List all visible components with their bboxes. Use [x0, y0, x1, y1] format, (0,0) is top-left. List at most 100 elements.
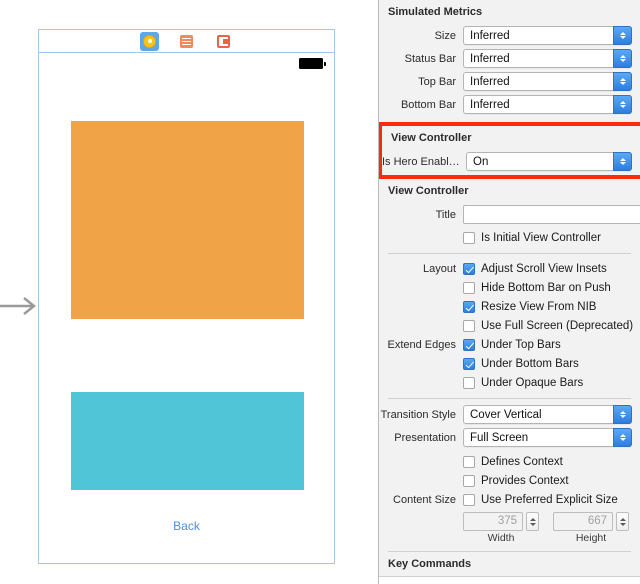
row-title[interactable]: Title — [379, 203, 640, 226]
key-commands-body[interactable] — [379, 576, 640, 584]
simulated-screen[interactable]: Back — [39, 53, 334, 563]
row-adjust-scroll-view-insets[interactable]: Layout Adjust Scroll View Insets — [379, 259, 640, 278]
row-transition-style[interactable]: Transition Style Cover Vertical — [379, 403, 640, 426]
select-transition-style[interactable]: Cover Vertical — [463, 405, 632, 424]
row-resize-view-from-nib[interactable]: Resize View From NIB — [379, 297, 640, 316]
checkbox-provides-context[interactable] — [463, 474, 475, 487]
view-controller-icon[interactable] — [140, 31, 159, 51]
chevron-updown-icon[interactable] — [613, 49, 632, 68]
checkbox-under-opaque-bars[interactable] — [463, 376, 475, 389]
select-size-value: Inferred — [470, 29, 510, 42]
chevron-updown-icon[interactable] — [613, 405, 632, 424]
back-button[interactable]: Back — [39, 519, 334, 533]
label-use-full-screen: Use Full Screen (Deprecated) — [481, 319, 634, 332]
select-presentation[interactable]: Full Screen — [463, 428, 632, 447]
row-presentation[interactable]: Presentation Full Screen — [379, 426, 640, 449]
label-under-opaque-bars: Under Opaque Bars — [481, 376, 584, 389]
chevron-updown-icon[interactable] — [613, 72, 632, 91]
label-layout: Layout — [422, 262, 456, 275]
select-bottom-bar-value: Inferred — [470, 98, 510, 111]
row-size-captions: Width Height — [379, 532, 640, 544]
row-is-hero-enabled[interactable]: Is Hero Enabl… On — [382, 150, 640, 175]
select-status-bar[interactable]: Inferred — [463, 49, 632, 68]
title-input[interactable] — [463, 205, 640, 224]
battery-icon — [299, 58, 326, 69]
select-bottom-bar[interactable]: Inferred — [463, 95, 632, 114]
view-controller-glyph — [143, 34, 156, 48]
section-view-controller: View Controller — [388, 185, 469, 197]
checkbox-defines-context[interactable] — [463, 455, 475, 468]
row-use-preferred-explicit-size[interactable]: Content Size Use Preferred Explicit Size — [379, 490, 640, 509]
chevron-updown-icon[interactable] — [613, 26, 632, 45]
checkbox-resize-view-from-nib[interactable] — [463, 300, 475, 313]
row-under-top-bars[interactable]: Extend Edges Under Top Bars — [379, 335, 640, 354]
row-status-bar[interactable]: Status Bar Inferred — [379, 47, 640, 70]
section-hero-view-controller: View Controller — [391, 132, 472, 144]
exit-icon[interactable] — [214, 32, 233, 51]
row-under-opaque-bars[interactable]: Under Opaque Bars — [379, 373, 640, 392]
select-status-bar-value: Inferred — [470, 52, 510, 65]
row-use-full-screen[interactable]: Use Full Screen (Deprecated) — [379, 316, 640, 335]
row-size[interactable]: Size Inferred — [379, 24, 640, 47]
first-responder-glyph — [180, 34, 193, 48]
row-hide-bottom-bar-on-push[interactable]: Hide Bottom Bar on Push — [379, 278, 640, 297]
select-top-bar-value: Inferred — [470, 75, 510, 88]
label-size: Size — [434, 29, 456, 42]
status-bar — [39, 53, 334, 75]
checkbox-is-initial-view-controller[interactable] — [463, 231, 475, 244]
label-presentation: Presentation — [394, 431, 456, 444]
checkbox-under-bottom-bars[interactable] — [463, 357, 475, 370]
chevron-updown-icon[interactable] — [613, 152, 632, 171]
label-under-top-bars: Under Top Bars — [481, 338, 561, 351]
first-responder-icon[interactable] — [177, 32, 196, 51]
height-stepper[interactable]: 667 — [553, 512, 629, 531]
width-stepper[interactable]: 375 — [463, 512, 539, 531]
chevron-updown-icon[interactable] — [613, 428, 632, 447]
chevron-updown-icon[interactable] — [613, 95, 632, 114]
teal-view[interactable] — [71, 392, 304, 490]
label-is-hero-enabled: Is Hero Enabl… — [382, 155, 460, 168]
select-transition-style-value: Cover Vertical — [470, 408, 542, 421]
divider-transition — [388, 398, 631, 399]
row-provides-context[interactable]: Provides Context — [379, 471, 640, 490]
checkbox-use-full-screen[interactable] — [463, 319, 475, 332]
label-status-bar: Status Bar — [404, 52, 456, 65]
label-adjust-scroll-view-insets: Adjust Scroll View Insets — [481, 262, 607, 275]
row-bottom-bar[interactable]: Bottom Bar Inferred — [379, 93, 640, 116]
orange-view[interactable] — [71, 121, 304, 319]
storyboard-canvas[interactable]: Back — [0, 0, 378, 584]
width-input[interactable]: 375 — [463, 512, 523, 531]
scene-dock[interactable] — [39, 30, 334, 53]
checkbox-under-top-bars[interactable] — [463, 338, 475, 351]
row-under-bottom-bars[interactable]: Under Bottom Bars — [379, 354, 640, 373]
chevron-updown-icon[interactable] — [526, 512, 539, 531]
label-content-size: Content Size — [393, 493, 456, 506]
label-transition-style: Transition Style — [380, 408, 456, 421]
section-key-commands: Key Commands — [388, 558, 472, 570]
select-size[interactable]: Inferred — [463, 26, 632, 45]
label-hide-bottom-bar-on-push: Hide Bottom Bar on Push — [481, 281, 611, 294]
label-resize-view-from-nib: Resize View From NIB — [481, 300, 597, 313]
checkbox-use-preferred-explicit-size[interactable] — [463, 493, 475, 506]
chevron-updown-icon[interactable] — [616, 512, 629, 531]
checkbox-hide-bottom-bar-on-push[interactable] — [463, 281, 475, 294]
row-is-initial-view-controller[interactable]: Is Initial View Controller — [379, 228, 640, 247]
row-defines-context[interactable]: Defines Context — [379, 452, 640, 471]
attributes-inspector[interactable]: Simulated Metrics Size Inferred Status B… — [379, 0, 640, 584]
scene-view-controller[interactable]: Back — [38, 29, 335, 564]
row-content-size-fields[interactable]: 375 667 — [379, 512, 640, 531]
select-is-hero-enabled-value: On — [473, 155, 489, 168]
section-simulated-metrics: Simulated Metrics — [388, 6, 483, 18]
checkbox-adjust-scroll-view-insets[interactable] — [463, 262, 475, 275]
divider-layout — [388, 253, 631, 254]
exit-glyph — [217, 34, 230, 48]
label-provides-context: Provides Context — [481, 474, 569, 487]
select-is-hero-enabled[interactable]: On — [466, 152, 632, 171]
xcode-storyboard-screen: Back Simulated Metrics Size Inferred Sta… — [0, 0, 640, 584]
label-extend-edges: Extend Edges — [387, 338, 457, 351]
label-bottom-bar: Bottom Bar — [400, 98, 456, 111]
height-input[interactable]: 667 — [553, 512, 613, 531]
caption-height: Height — [575, 532, 607, 544]
row-top-bar[interactable]: Top Bar Inferred — [379, 70, 640, 93]
select-top-bar[interactable]: Inferred — [463, 72, 632, 91]
